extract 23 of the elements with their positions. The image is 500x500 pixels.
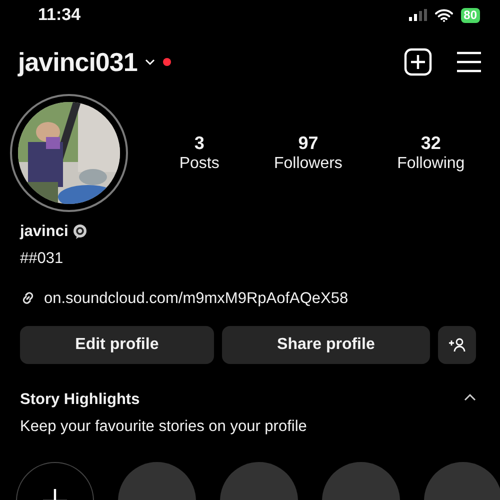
profile-link[interactable]: on.soundcloud.com/m9mxM9RpAofAQeX58 <box>44 286 348 310</box>
avatar[interactable] <box>10 94 128 212</box>
add-person-icon <box>448 338 466 352</box>
bio-text: ##031 <box>20 249 64 270</box>
stat-followers[interactable]: 97 Followers <box>274 132 342 174</box>
chevron-down-icon[interactable] <box>145 58 156 66</box>
edit-profile-button[interactable]: Edit profile <box>20 326 214 364</box>
chevron-up-icon[interactable] <box>464 394 476 402</box>
menu-icon[interactable] <box>456 51 482 73</box>
display-name: javinci <box>20 222 68 242</box>
highlights-subtitle: Keep your favourite stories on your profile <box>20 417 307 437</box>
share-profile-button[interactable]: Share profile <box>222 326 430 364</box>
signal-icon <box>408 9 427 21</box>
add-icon[interactable] <box>404 48 432 76</box>
status-time: 11:34 <box>38 4 81 26</box>
stat-posts[interactable]: 3 Posts <box>179 132 220 174</box>
highlights-title: Story Highlights <box>20 390 141 410</box>
discover-people-button[interactable] <box>438 326 476 364</box>
stat-following[interactable]: 32 Following <box>397 132 465 174</box>
username-title[interactable]: javinci031 <box>18 42 138 82</box>
battery-indicator: 80 <box>460 8 480 22</box>
link-icon <box>20 290 36 306</box>
wifi-icon <box>434 8 453 22</box>
